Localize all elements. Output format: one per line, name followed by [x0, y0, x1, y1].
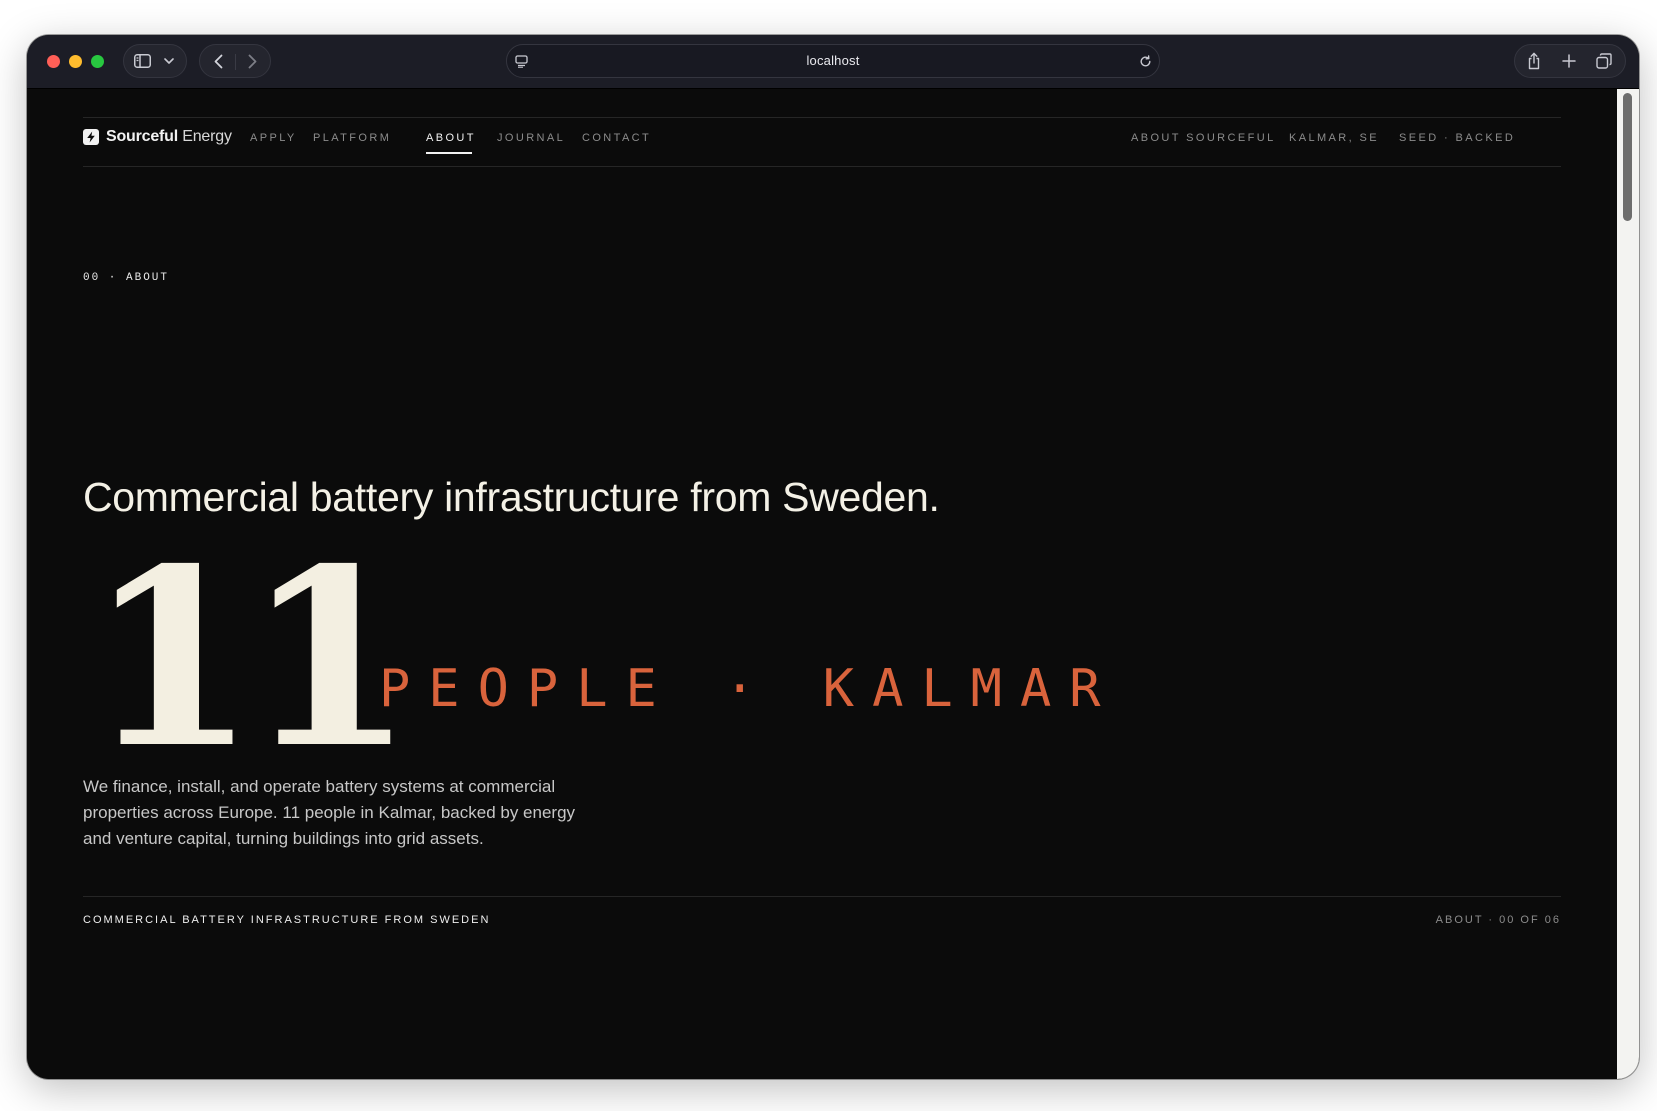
header-top-rule [83, 117, 1561, 118]
hero-headline: Commercial battery infrastructure from S… [83, 474, 940, 520]
nav-active-underline [426, 152, 472, 154]
toolbar-actions-group [1514, 44, 1626, 78]
history-nav-group [199, 44, 271, 78]
brand-logo[interactable]: Sourceful Energy [83, 124, 232, 150]
tabs-overview-icon[interactable] [1595, 52, 1613, 70]
scrollbar[interactable] [1617, 89, 1639, 1079]
scrollbar-thumb[interactable] [1623, 93, 1632, 221]
section-label: 00 · ABOUT [83, 272, 170, 284]
hero-big-subtitle: PEOPLE · KALMAR [379, 659, 1119, 719]
close-window-button[interactable] [47, 55, 60, 68]
nav-divider [235, 54, 236, 70]
header-bottom-rule [83, 166, 1561, 167]
back-arrow-icon[interactable] [210, 53, 226, 69]
hero-body-copy: We finance, install, and operate battery… [83, 777, 576, 848]
lightning-bolt-icon [83, 129, 99, 145]
reload-icon[interactable] [1137, 53, 1153, 69]
nav-right-location: KALMAR, SE [1289, 132, 1380, 144]
minimize-window-button[interactable] [69, 55, 82, 68]
nav-item-apply[interactable]: APPLY [250, 132, 297, 144]
sidebar-toggle-group [123, 44, 187, 78]
browser-toolbar: localhost [27, 35, 1639, 89]
forward-arrow-icon[interactable] [244, 53, 260, 69]
footer-rule [83, 896, 1561, 897]
address-bar[interactable]: localhost [506, 44, 1160, 78]
nav-item-platform[interactable]: PLATFORM [313, 132, 391, 144]
hero-big-number: 11 [87, 515, 415, 802]
nav-item-journal[interactable]: JOURNAL [497, 132, 565, 144]
sidebar-icon[interactable] [133, 52, 151, 70]
share-icon[interactable] [1525, 51, 1543, 71]
nav-item-about[interactable]: ABOUT [426, 132, 476, 144]
brand-name: Sourceful Energy [106, 128, 232, 146]
brand-name-bold: Sourceful [106, 128, 178, 145]
url-text[interactable]: localhost [507, 53, 1159, 68]
chevron-down-icon[interactable] [162, 54, 176, 68]
brand-name-light: Energy [182, 128, 232, 145]
nav-item-contact[interactable]: CONTACT [582, 132, 651, 144]
nav-right-about-sourceful[interactable]: ABOUT SOURCEFUL [1131, 132, 1276, 144]
web-page: Sourceful Energy APPLY PLATFORM ABOUT JO… [27, 89, 1617, 1079]
zoom-window-button[interactable] [91, 55, 104, 68]
footer-tagline: COMMERCIAL BATTERY INFRASTRUCTURE FROM S… [83, 914, 491, 926]
nav-right-funding: SEED · BACKED [1399, 132, 1516, 144]
plus-icon[interactable] [1561, 53, 1577, 69]
browser-window: localhost Sourceful Energy APPLY PLATFOR… [27, 35, 1639, 1079]
footer-page-indicator: ABOUT · 00 OF 06 [1435, 914, 1561, 926]
